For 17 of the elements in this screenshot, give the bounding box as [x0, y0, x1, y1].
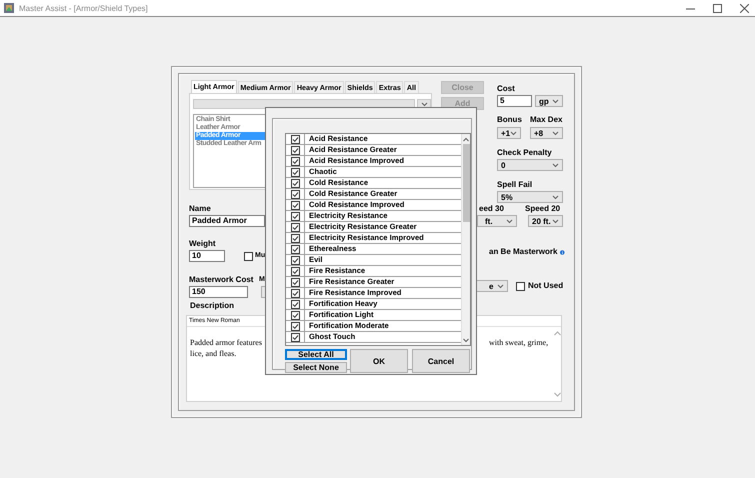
field-label: Weight [189, 239, 216, 249]
field-label: Cost [497, 84, 515, 94]
field-label: an Be Masterwork [489, 247, 558, 257]
field-label: Check Penalty [497, 148, 552, 158]
field-label: Description [190, 301, 234, 311]
description-text: lice, and fleas. [190, 348, 236, 359]
field-label: Max Dex [530, 115, 562, 125]
field-label: Speed 20 [525, 204, 560, 214]
field-label: Name [189, 204, 211, 214]
field-label: eed 30 [478, 204, 505, 214]
description-text: with sweat, grime, [489, 337, 548, 348]
field-label: Spell Fail [497, 180, 532, 190]
field-label: Masterwork Cost [189, 275, 254, 285]
field-label: Bonus [497, 115, 523, 125]
field-label: Not Used [528, 281, 564, 291]
window-title: Master Assist - [Armor/Shield Types] [19, 4, 148, 12]
description-text: Padded armor features [190, 337, 262, 348]
